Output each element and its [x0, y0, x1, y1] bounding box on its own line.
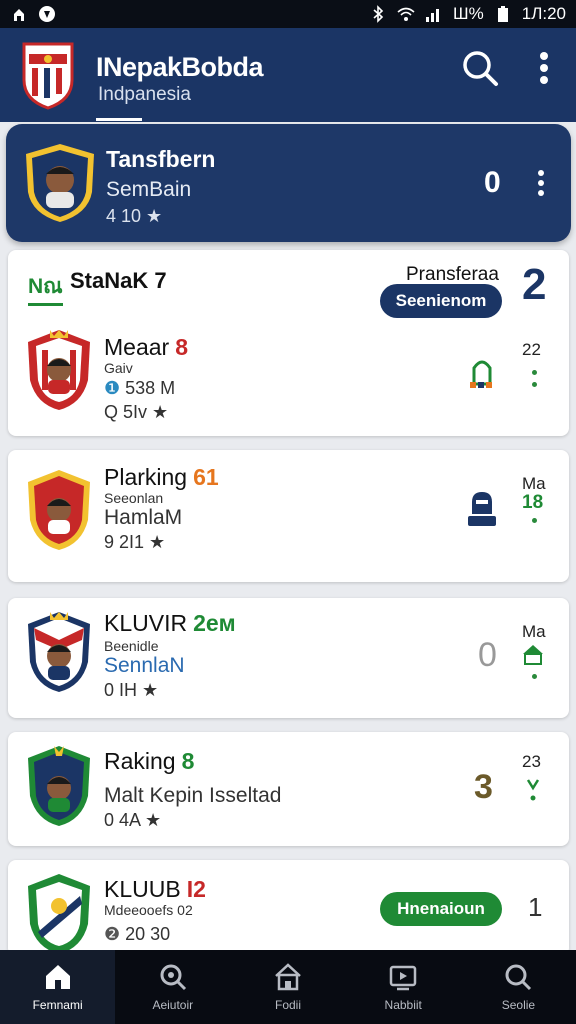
right-stat: Ma [522, 474, 546, 493]
featured-score: 0 [484, 166, 501, 199]
search-icon[interactable] [460, 48, 500, 88]
bluetooth-icon [373, 5, 384, 23]
player-badge: 8 [181, 748, 195, 774]
player-score: 3 [474, 768, 493, 806]
clock: 1Л:20 [521, 4, 566, 23]
chevron-down-icon[interactable] [526, 776, 540, 804]
player-name: KLUVIR 2eм [104, 610, 236, 636]
nav-item-home[interactable]: Femnami [0, 950, 116, 1024]
status-dot [532, 518, 537, 523]
nav-label: Fodii [275, 998, 302, 1012]
battery-text: Ш% [453, 4, 484, 23]
nav-item-explore[interactable]: Aeiutoir [115, 950, 230, 1024]
status-bar: Ш% 1Л:20 [0, 0, 576, 28]
featured-title: Tansfbern [106, 146, 216, 172]
nav-item-media[interactable]: Nabbiit [346, 950, 461, 1024]
status-dot [532, 370, 537, 375]
stadium-icon[interactable] [520, 642, 546, 668]
status-pill[interactable]: Seenienom [380, 284, 502, 318]
battery-icon [497, 6, 508, 22]
section-label: Pransferaa [406, 264, 499, 285]
player-name: Meaar 8 [104, 334, 188, 360]
search-icon [160, 964, 186, 991]
player-subtitle: Seeonlan [104, 490, 164, 506]
search-icon [505, 964, 532, 991]
nav-item-search[interactable]: Seolie [461, 950, 576, 1024]
status-dot [532, 674, 537, 679]
player-score: 0 [478, 636, 497, 674]
club-crest-icon [28, 874, 90, 954]
nav-item-clubs[interactable]: Fodii [230, 950, 345, 1024]
right-stat-value: 18 [522, 492, 544, 513]
featured-player-card[interactable]: Tansfbern SemBain 4 10 ★ 0 [6, 124, 571, 242]
player-rating: 0 4A ★ [104, 810, 162, 830]
player-club: SennlaN [104, 654, 185, 677]
player-meta: ❷ 20 30 [104, 924, 171, 944]
bottom-nav: Femnami Aeiutoir Fodii Nabbiit Seolie [0, 950, 576, 1024]
player-subtitle: Beenidle [104, 638, 159, 654]
player-badge: 2eм [193, 610, 236, 636]
featured-meta: 4 10 ★ [106, 206, 163, 226]
player-badge: 8 [175, 334, 188, 360]
player-card[interactable]: KLUUB I2 Mdeeooefs 02 ❷ 20 30 Hnenaioun 1 [8, 860, 569, 956]
player-meta: ❶ 538 M [104, 378, 176, 398]
player-club: HamlaM [104, 506, 183, 529]
app-title: INepakBobda [96, 52, 264, 82]
player-card[interactable]: Nณ StaNaK 7 Pransferaa Seenienom 2 Meaar… [8, 250, 569, 436]
player-card[interactable]: Raking 8 Malt Kepin Isseltad 0 4A ★ 3 23 [8, 732, 569, 846]
player-rating: Q 5Iv ★ [104, 402, 169, 422]
player-rating: 0 IH ★ [104, 680, 159, 700]
app-bar: INepakBobda Indpanesia [0, 28, 576, 122]
player-badge: I2 [186, 876, 206, 902]
player-card[interactable]: Plarking 61 Seeonlan HamlaM 9 2I1 ★ Ma 18 [8, 450, 569, 582]
featured-subtitle: SemBain [106, 178, 192, 201]
nav-label: Nabbiit [384, 998, 422, 1012]
kit-icon[interactable] [464, 488, 500, 530]
signal-icon [426, 9, 440, 22]
status-pill[interactable]: Hnenaioun [380, 892, 502, 926]
app-subtitle: Indpanesia [98, 84, 191, 105]
trophy-icon[interactable] [464, 354, 500, 390]
wifi-icon [397, 7, 415, 21]
player-score: 1 [528, 892, 543, 922]
more-vert-icon[interactable] [528, 48, 560, 88]
video-icon [389, 965, 417, 991]
player-subtitle: Gaiv [104, 360, 133, 376]
nav-label: Aeiutoir [152, 998, 194, 1012]
player-name: KLUUB I2 [104, 876, 206, 902]
player-badge: 61 [193, 464, 219, 490]
player-card[interactable]: KLUVIR 2eм Beenidle SennlaN 0 IH ★ 0 Ma [8, 598, 569, 718]
active-tab-indicator [96, 118, 142, 121]
player-crest-icon [26, 144, 94, 222]
home-icon [45, 965, 70, 989]
nav-label: Seolie [501, 998, 536, 1012]
right-stat: 22 [522, 340, 541, 359]
right-stat: Ma [522, 622, 546, 641]
player-rating: 9 2I1 ★ [104, 532, 166, 552]
club-crest-icon [28, 746, 90, 826]
more-vert-icon[interactable] [534, 168, 548, 198]
player-subtitle: Mdeeooefs 02 [104, 902, 193, 918]
notification-icon [14, 9, 24, 21]
right-stat: 23 [522, 752, 541, 771]
club-crest-icon [28, 612, 90, 692]
section-tag: Nณ [28, 270, 63, 306]
club-crest-icon [28, 470, 90, 550]
club-crest-icon [28, 330, 90, 410]
app-status-icon [39, 6, 55, 22]
club-logo-icon [22, 42, 74, 110]
player-subtitle: Malt Kepin Isseltad [104, 784, 282, 807]
status-dot [532, 382, 537, 387]
player-name: Plarking 61 [104, 464, 219, 490]
section-score: 2 [522, 260, 547, 309]
nav-label: Femnami [32, 998, 83, 1012]
player-name: Raking 8 [104, 748, 195, 774]
house-icon [275, 963, 301, 991]
section-title: StaNaK 7 [70, 268, 167, 293]
